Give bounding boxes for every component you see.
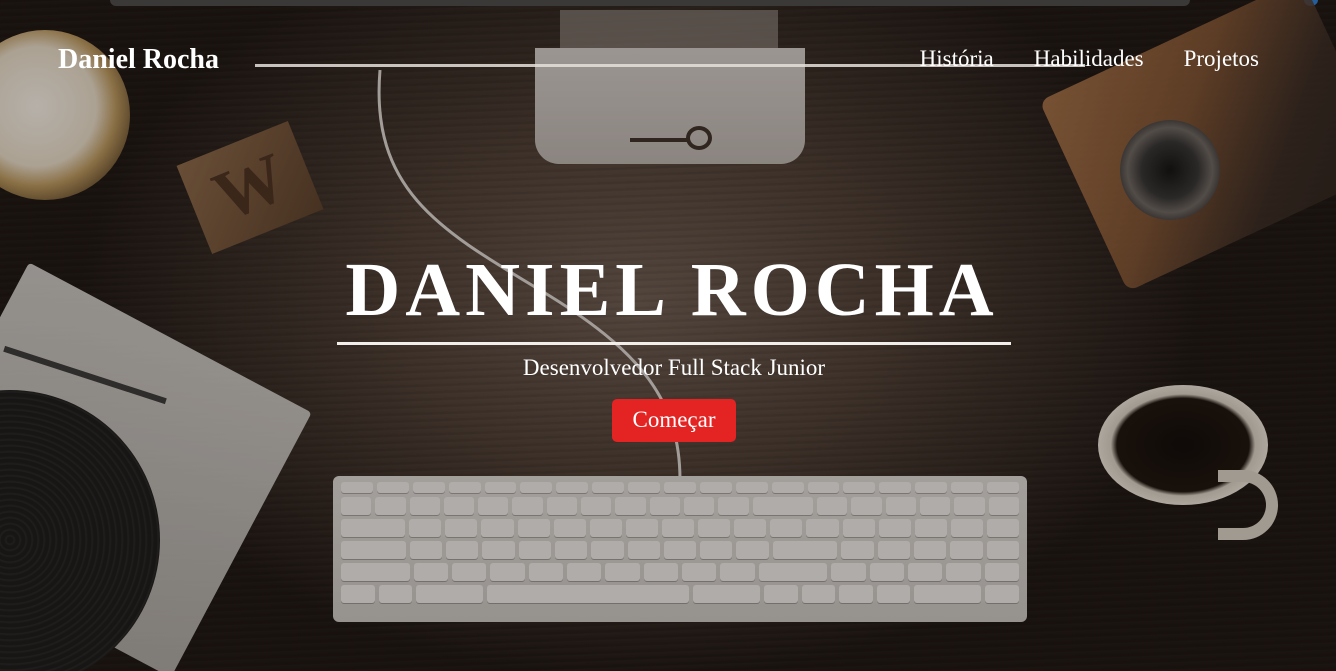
- hero-divider: [337, 342, 1011, 345]
- nav-link-projetos[interactable]: Projetos: [1184, 46, 1259, 72]
- nav-menu: História Habilidades Projetos: [920, 46, 1259, 72]
- hero-section: DANIEL ROCHA Desenvolvedor Full Stack Ju…: [0, 250, 1336, 442]
- start-button[interactable]: Começar: [612, 399, 736, 442]
- hero-title: DANIEL ROCHA: [345, 248, 999, 332]
- nav-link-historia[interactable]: História: [920, 46, 994, 72]
- brand-logo-link[interactable]: Daniel Rocha: [58, 44, 219, 76]
- hero-subtitle: Desenvolvedor Full Stack Junior: [522, 355, 826, 380]
- nav-link-habilidades[interactable]: Habilidades: [1034, 46, 1144, 72]
- top-navbar: Daniel Rocha História Habilidades Projet…: [0, 40, 1336, 84]
